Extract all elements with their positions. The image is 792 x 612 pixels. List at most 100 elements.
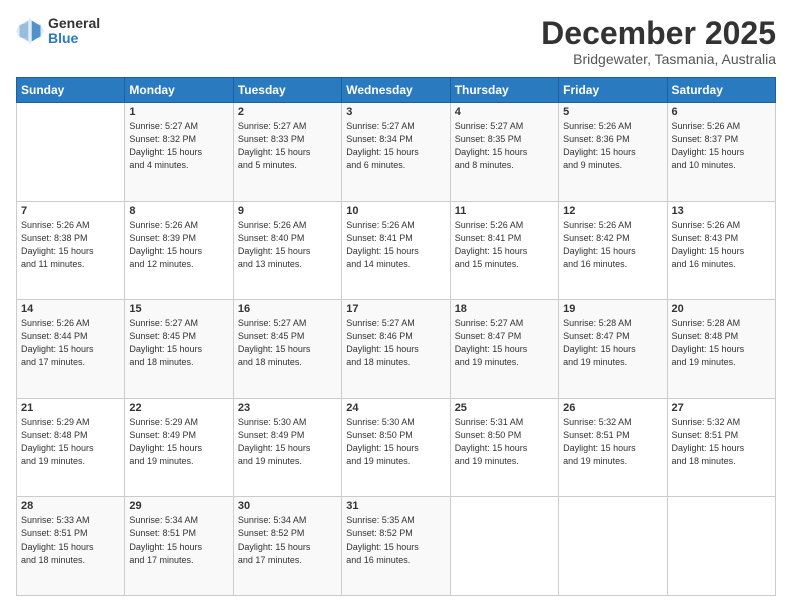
table-row: 20 Sunrise: 5:28 AMSunset: 8:48 PMDayligh… bbox=[667, 300, 775, 399]
table-row: 30Sunrise: 5:34 AMSunset: 8:52 PMDayligh… bbox=[233, 497, 341, 596]
day-number: 16 bbox=[238, 303, 337, 315]
day-info: Sunrise: 5:35 AMSunset: 8:52 PMDaylight:… bbox=[346, 514, 445, 566]
day-number: 29 bbox=[129, 500, 228, 512]
table-row: 24 Sunrise: 5:30 AMSunset: 8:50 PMDayligh… bbox=[342, 398, 450, 497]
day-number: 5 bbox=[563, 106, 662, 118]
day-info: Sunrise: 5:27 AMSunset: 8:45 PMDaylight:… bbox=[129, 317, 228, 369]
day-number: 7 bbox=[21, 205, 120, 217]
calendar-week-row: 14Sunrise: 5:26 AMSunset: 8:44 PMDayligh… bbox=[17, 300, 776, 399]
day-number: 15 bbox=[129, 303, 228, 315]
day-info: Sunrise: 5:27 AMSunset: 8:33 PMDaylight:… bbox=[238, 120, 337, 172]
col-thursday: Thursday bbox=[450, 78, 558, 103]
day-info: Sunrise: 5:26 AMSunset: 8:36 PMDaylight:… bbox=[563, 120, 662, 172]
col-tuesday: Tuesday bbox=[233, 78, 341, 103]
day-number: 24 bbox=[346, 402, 445, 414]
table-row: 4 Sunrise: 5:27 AMSunset: 8:35 PMDaylight… bbox=[450, 103, 558, 202]
logo-text: General Blue bbox=[48, 16, 100, 47]
day-number: 2 bbox=[238, 106, 337, 118]
day-info: Sunrise: 5:30 AMSunset: 8:50 PMDaylight:… bbox=[346, 416, 445, 468]
table-row: 13 Sunrise: 5:26 AMSunset: 8:43 PMDayligh… bbox=[667, 201, 775, 300]
table-row bbox=[450, 497, 558, 596]
day-number: 31 bbox=[346, 500, 445, 512]
col-saturday: Saturday bbox=[667, 78, 775, 103]
day-info: Sunrise: 5:26 AMSunset: 8:38 PMDaylight:… bbox=[21, 219, 120, 271]
calendar-table: Sunday Monday Tuesday Wednesday Thursday… bbox=[16, 77, 776, 596]
day-info: Sunrise: 5:32 AMSunset: 8:51 PMDaylight:… bbox=[672, 416, 771, 468]
day-number: 26 bbox=[563, 402, 662, 414]
table-row bbox=[559, 497, 667, 596]
day-info: Sunrise: 5:27 AMSunset: 8:34 PMDaylight:… bbox=[346, 120, 445, 172]
logo-blue-text: Blue bbox=[48, 31, 100, 46]
calendar-header-row: Sunday Monday Tuesday Wednesday Thursday… bbox=[17, 78, 776, 103]
day-number: 21 bbox=[21, 402, 120, 414]
day-number: 9 bbox=[238, 205, 337, 217]
calendar-week-row: 7 Sunrise: 5:26 AMSunset: 8:38 PMDaylight… bbox=[17, 201, 776, 300]
table-row: 22 Sunrise: 5:29 AMSunset: 8:49 PMDayligh… bbox=[125, 398, 233, 497]
col-sunday: Sunday bbox=[17, 78, 125, 103]
day-info: Sunrise: 5:27 AMSunset: 8:46 PMDaylight:… bbox=[346, 317, 445, 369]
day-number: 1 bbox=[129, 106, 228, 118]
table-row: 2 Sunrise: 5:27 AMSunset: 8:33 PMDaylight… bbox=[233, 103, 341, 202]
day-info: Sunrise: 5:26 AMSunset: 8:41 PMDaylight:… bbox=[346, 219, 445, 271]
table-row: 18Sunrise: 5:27 AMSunset: 8:47 PMDayligh… bbox=[450, 300, 558, 399]
day-info: Sunrise: 5:27 AMSunset: 8:47 PMDaylight:… bbox=[455, 317, 554, 369]
logo-general-text: General bbox=[48, 16, 100, 31]
table-row: 28Sunrise: 5:33 AMSunset: 8:51 PMDayligh… bbox=[17, 497, 125, 596]
day-number: 30 bbox=[238, 500, 337, 512]
table-row: 15 Sunrise: 5:27 AMSunset: 8:45 PMDayligh… bbox=[125, 300, 233, 399]
table-row: 27Sunrise: 5:32 AMSunset: 8:51 PMDayligh… bbox=[667, 398, 775, 497]
table-row: 10 Sunrise: 5:26 AMSunset: 8:41 PMDayligh… bbox=[342, 201, 450, 300]
table-row: 21 Sunrise: 5:29 AMSunset: 8:48 PMDayligh… bbox=[17, 398, 125, 497]
day-info: Sunrise: 5:29 AMSunset: 8:48 PMDaylight:… bbox=[21, 416, 120, 468]
calendar-week-row: 28Sunrise: 5:33 AMSunset: 8:51 PMDayligh… bbox=[17, 497, 776, 596]
day-number: 3 bbox=[346, 106, 445, 118]
title-block: December 2025 Bridgewater, Tasmania, Aus… bbox=[541, 16, 776, 67]
table-row: 26 Sunrise: 5:32 AMSunset: 8:51 PMDayligh… bbox=[559, 398, 667, 497]
day-info: Sunrise: 5:26 AMSunset: 8:43 PMDaylight:… bbox=[672, 219, 771, 271]
col-wednesday: Wednesday bbox=[342, 78, 450, 103]
page: General Blue December 2025 Bridgewater, … bbox=[0, 0, 792, 612]
day-number: 10 bbox=[346, 205, 445, 217]
table-row: 6Sunrise: 5:26 AMSunset: 8:37 PMDaylight… bbox=[667, 103, 775, 202]
day-info: Sunrise: 5:26 AMSunset: 8:39 PMDaylight:… bbox=[129, 219, 228, 271]
month-title: December 2025 bbox=[541, 16, 776, 51]
table-row: 31 Sunrise: 5:35 AMSunset: 8:52 PMDayligh… bbox=[342, 497, 450, 596]
day-info: Sunrise: 5:26 AMSunset: 8:41 PMDaylight:… bbox=[455, 219, 554, 271]
header: General Blue December 2025 Bridgewater, … bbox=[16, 16, 776, 67]
day-number: 23 bbox=[238, 402, 337, 414]
day-info: Sunrise: 5:34 AMSunset: 8:51 PMDaylight:… bbox=[129, 514, 228, 566]
day-info: Sunrise: 5:26 AMSunset: 8:42 PMDaylight:… bbox=[563, 219, 662, 271]
table-row: 7 Sunrise: 5:26 AMSunset: 8:38 PMDaylight… bbox=[17, 201, 125, 300]
day-info: Sunrise: 5:32 AMSunset: 8:51 PMDaylight:… bbox=[563, 416, 662, 468]
day-info: Sunrise: 5:27 AMSunset: 8:45 PMDaylight:… bbox=[238, 317, 337, 369]
table-row: 5 Sunrise: 5:26 AMSunset: 8:36 PMDaylight… bbox=[559, 103, 667, 202]
day-info: Sunrise: 5:30 AMSunset: 8:49 PMDaylight:… bbox=[238, 416, 337, 468]
day-info: Sunrise: 5:27 AMSunset: 8:32 PMDaylight:… bbox=[129, 120, 228, 172]
table-row: 14Sunrise: 5:26 AMSunset: 8:44 PMDayligh… bbox=[17, 300, 125, 399]
day-number: 28 bbox=[21, 500, 120, 512]
day-number: 22 bbox=[129, 402, 228, 414]
day-number: 19 bbox=[563, 303, 662, 315]
day-info: Sunrise: 5:29 AMSunset: 8:49 PMDaylight:… bbox=[129, 416, 228, 468]
day-number: 11 bbox=[455, 205, 554, 217]
col-monday: Monday bbox=[125, 78, 233, 103]
calendar-week-row: 21 Sunrise: 5:29 AMSunset: 8:48 PMDayligh… bbox=[17, 398, 776, 497]
day-number: 12 bbox=[563, 205, 662, 217]
col-friday: Friday bbox=[559, 78, 667, 103]
table-row: 3 Sunrise: 5:27 AMSunset: 8:34 PMDaylight… bbox=[342, 103, 450, 202]
table-row: 12 Sunrise: 5:26 AMSunset: 8:42 PMDayligh… bbox=[559, 201, 667, 300]
table-row: 8Sunrise: 5:26 AMSunset: 8:39 PMDaylight… bbox=[125, 201, 233, 300]
table-row bbox=[667, 497, 775, 596]
table-row bbox=[17, 103, 125, 202]
table-row: 9Sunrise: 5:26 AMSunset: 8:40 PMDaylight… bbox=[233, 201, 341, 300]
calendar-week-row: 1 Sunrise: 5:27 AMSunset: 8:32 PMDaylight… bbox=[17, 103, 776, 202]
table-row: 17Sunrise: 5:27 AMSunset: 8:46 PMDayligh… bbox=[342, 300, 450, 399]
day-info: Sunrise: 5:27 AMSunset: 8:35 PMDaylight:… bbox=[455, 120, 554, 172]
day-info: Sunrise: 5:28 AMSunset: 8:48 PMDaylight:… bbox=[672, 317, 771, 369]
table-row: 25Sunrise: 5:31 AMSunset: 8:50 PMDayligh… bbox=[450, 398, 558, 497]
day-number: 20 bbox=[672, 303, 771, 315]
day-number: 13 bbox=[672, 205, 771, 217]
day-number: 25 bbox=[455, 402, 554, 414]
table-row: 16 Sunrise: 5:27 AMSunset: 8:45 PMDayligh… bbox=[233, 300, 341, 399]
day-number: 4 bbox=[455, 106, 554, 118]
